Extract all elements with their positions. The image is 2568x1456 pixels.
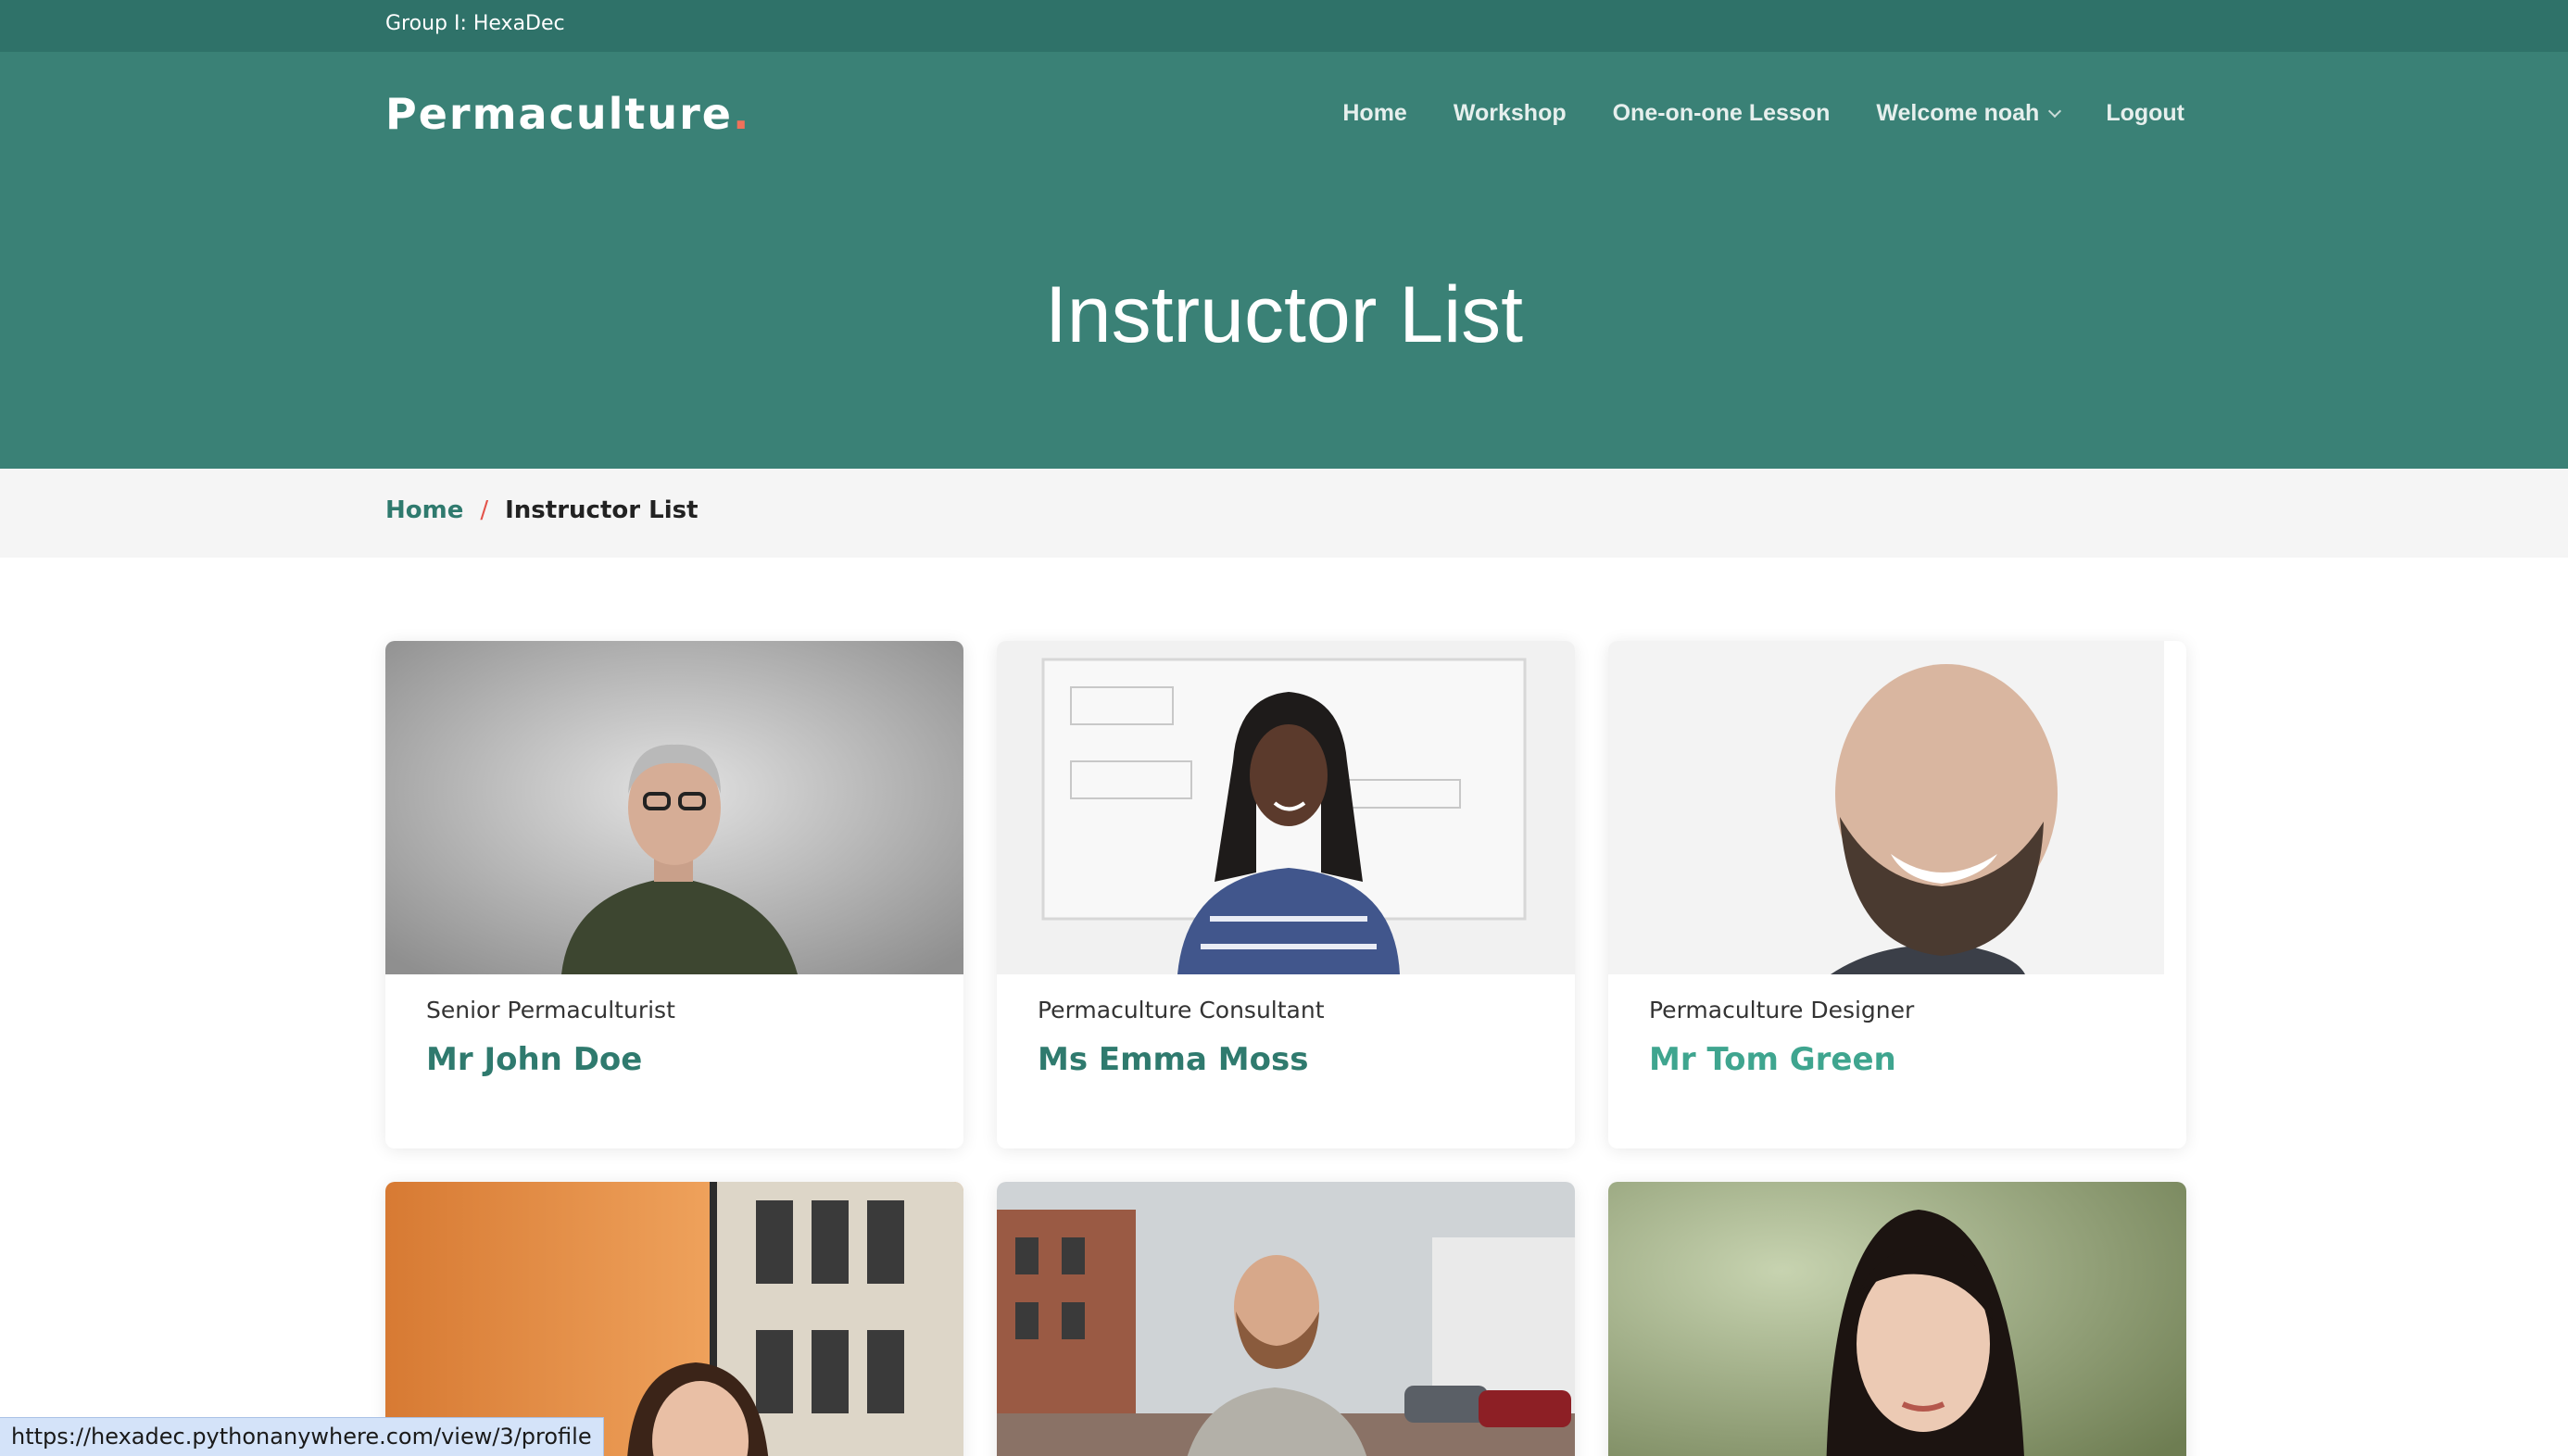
brand-name: Permaculture — [385, 89, 733, 139]
site-logo[interactable]: Permaculture. — [385, 89, 750, 139]
instructor-card[interactable]: Permaculture Designer Mr Tom Green — [1608, 641, 2186, 1148]
instructor-photo[interactable] — [385, 641, 963, 974]
nav-one-on-one-lesson[interactable]: One-on-one Lesson — [1613, 100, 1831, 127]
instructor-role: Permaculture Designer — [1649, 997, 1915, 1023]
instructor-name[interactable]: Ms Emma Moss — [1038, 1041, 1308, 1078]
status-bar-url: https://hexadec.pythonanywhere.com/view/… — [0, 1417, 604, 1456]
top-bar: Group I: HexaDec — [0, 0, 2568, 52]
hero-header: Permaculture. Home Workshop One-on-one L… — [0, 52, 2568, 469]
chevron-down-icon — [2048, 104, 2062, 118]
instructor-card[interactable] — [385, 1182, 963, 1456]
nav-home[interactable]: Home — [1342, 100, 1406, 127]
instructor-photo[interactable] — [385, 1182, 963, 1456]
breadcrumb-home-link[interactable]: Home — [385, 496, 463, 524]
instructor-name[interactable]: Mr John Doe — [426, 1041, 642, 1078]
instructor-card[interactable] — [1608, 1182, 2186, 1456]
brand-dot: . — [732, 89, 751, 139]
instructor-photo[interactable] — [1608, 641, 2186, 974]
page: Group I: HexaDec Permaculture. Home Work… — [0, 0, 2568, 1456]
instructor-card[interactable] — [997, 1182, 1575, 1456]
instructor-role: Senior Permaculturist — [426, 997, 675, 1023]
instructor-photo[interactable] — [997, 1182, 1575, 1456]
instructor-photo[interactable] — [997, 641, 1575, 974]
instructor-name[interactable]: Mr Tom Green — [1649, 1041, 1896, 1078]
instructor-card[interactable]: Permaculture Consultant Ms Emma Moss — [997, 641, 1575, 1148]
breadcrumb-separator: / — [480, 496, 489, 524]
instructor-card[interactable]: Senior Permaculturist Mr John Doe — [385, 641, 963, 1148]
group-label: Group I: HexaDec — [385, 12, 565, 35]
main-nav: Home Workshop One-on-one Lesson Welcome … — [1342, 100, 2184, 127]
nav-workshop[interactable]: Workshop — [1454, 100, 1567, 127]
breadcrumb: Home / Instructor List — [0, 469, 2568, 558]
instructor-photo[interactable] — [1608, 1182, 2186, 1456]
nav-user-menu[interactable]: Welcome noah — [1876, 100, 2062, 127]
page-title: Instructor List — [1044, 270, 1524, 359]
breadcrumb-current: Instructor List — [505, 496, 699, 524]
nav-logout[interactable]: Logout — [2106, 100, 2184, 127]
instructor-role: Permaculture Consultant — [1038, 997, 1325, 1023]
nav-user-label: Welcome noah — [1876, 100, 2040, 126]
